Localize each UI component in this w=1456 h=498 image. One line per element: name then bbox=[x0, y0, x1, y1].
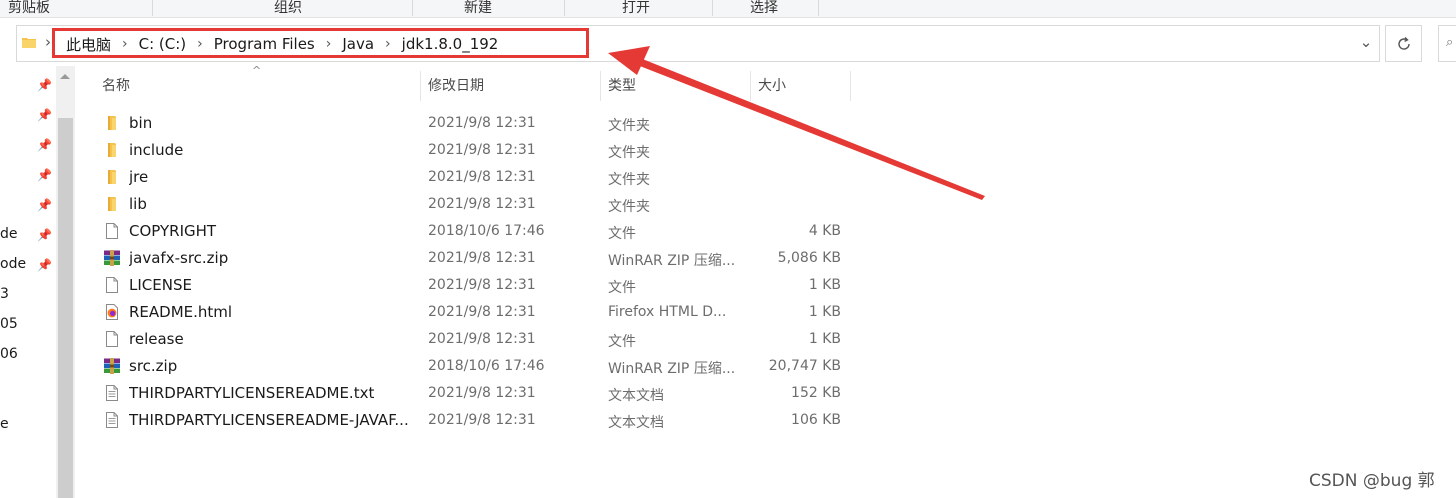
table-row[interactable]: README.html 2021/9/8 12:31 Firefox HTML D.… bbox=[95, 299, 855, 326]
file-type: 文本文档 bbox=[608, 388, 664, 404]
folder-icon bbox=[103, 114, 121, 132]
table-row[interactable]: THIRDPARTYLICENSEREADME.txt 2021/9/8 12:3… bbox=[95, 380, 855, 407]
pin-icon[interactable]: 📌 bbox=[37, 168, 52, 182]
file-icon bbox=[103, 330, 121, 348]
file-size: 106 KB bbox=[791, 412, 841, 428]
file-name: javafx-src.zip bbox=[129, 249, 229, 267]
pin-icon[interactable]: 📌 bbox=[37, 228, 52, 242]
file-modified-date: 2021/9/8 12:31 bbox=[428, 250, 536, 266]
file-size: 20,747 KB bbox=[768, 358, 841, 374]
file-type: 文件 bbox=[608, 226, 636, 242]
table-row[interactable]: src.zip 2018/10/6 17:46 WinRAR ZIP 压缩... 20… bbox=[95, 353, 855, 380]
nav-item[interactable]: 3 bbox=[0, 286, 9, 302]
file-modified-date: 2021/9/8 12:31 bbox=[428, 142, 536, 158]
file-modified-date: 2021/9/8 12:31 bbox=[428, 277, 536, 293]
column-divider[interactable] bbox=[420, 71, 421, 101]
column-divider[interactable] bbox=[600, 71, 601, 101]
file-type: 文件 bbox=[608, 280, 636, 296]
watermark: CSDN @bug 郭 bbox=[1309, 471, 1435, 491]
file-type: 文件夹 bbox=[608, 145, 650, 161]
file-type: 文件夹 bbox=[608, 172, 650, 188]
file-type: Firefox HTML D... bbox=[608, 304, 727, 320]
nav-scrollbar[interactable] bbox=[56, 66, 75, 498]
file-size: 4 KB bbox=[808, 223, 841, 239]
firefox-html-icon bbox=[103, 303, 121, 321]
file-name: LICENSE bbox=[129, 276, 192, 294]
file-name: lib bbox=[129, 195, 147, 213]
file-modified-date: 2018/10/6 17:46 bbox=[428, 358, 545, 374]
nav-item[interactable]: 06 bbox=[0, 346, 18, 362]
file-size: 1 KB bbox=[808, 277, 841, 293]
file-modified-date: 2021/9/8 12:31 bbox=[428, 412, 536, 428]
table-row[interactable]: jre 2021/9/8 12:31 文件夹 bbox=[95, 164, 855, 191]
sort-ascending-icon: ^ bbox=[252, 64, 262, 77]
file-modified-date: 2021/9/8 12:31 bbox=[428, 115, 536, 131]
folder-icon bbox=[103, 141, 121, 159]
pin-icon[interactable]: 📌 bbox=[37, 108, 52, 122]
file-type: 文件夹 bbox=[608, 199, 650, 215]
column-header-type[interactable]: 类型 bbox=[608, 71, 636, 101]
table-row[interactable]: javafx-src.zip 2021/9/8 12:31 WinRAR ZIP 压… bbox=[95, 245, 855, 272]
file-modified-date: 2021/9/8 12:31 bbox=[428, 304, 536, 320]
file-size: 1 KB bbox=[808, 304, 841, 320]
file-name: include bbox=[129, 141, 184, 159]
winrar-archive-icon bbox=[103, 249, 121, 267]
text-document-icon bbox=[103, 384, 121, 402]
file-icon bbox=[103, 222, 121, 240]
file-type: 文件夹 bbox=[608, 118, 650, 134]
column-header-size[interactable]: 大小 bbox=[758, 71, 786, 101]
file-type: WinRAR ZIP 压缩... bbox=[608, 361, 736, 377]
scrollbar-thumb[interactable] bbox=[58, 118, 73, 498]
column-divider[interactable] bbox=[850, 71, 851, 101]
text-document-icon bbox=[103, 411, 121, 429]
file-type: WinRAR ZIP 压缩... bbox=[608, 253, 736, 269]
file-modified-date: 2021/9/8 12:31 bbox=[428, 331, 536, 347]
table-row[interactable]: release 2021/9/8 12:31 文件 1 KB bbox=[95, 326, 855, 353]
file-name: src.zip bbox=[129, 357, 178, 375]
navigation-pane: 📌 📌 📌 📌 📌 📌 📌 de ode 3 05 06 e bbox=[0, 66, 56, 498]
column-divider[interactable] bbox=[750, 71, 751, 101]
file-icon bbox=[103, 276, 121, 294]
file-name: bin bbox=[129, 114, 153, 132]
folder-icon bbox=[103, 195, 121, 213]
table-row[interactable]: THIRDPARTYLICENSEREADME-JAVAF... 2021/9/8… bbox=[95, 407, 855, 434]
file-name: THIRDPARTYLICENSEREADME.txt bbox=[129, 384, 375, 402]
table-row[interactable]: lib 2021/9/8 12:31 文件夹 bbox=[95, 191, 855, 218]
file-modified-date: 2021/9/8 12:31 bbox=[428, 169, 536, 185]
nav-item[interactable]: e bbox=[0, 416, 9, 432]
pin-icon[interactable]: 📌 bbox=[37, 198, 52, 212]
table-row[interactable]: bin 2021/9/8 12:31 文件夹 bbox=[95, 110, 855, 137]
scroll-up-icon[interactable] bbox=[60, 74, 70, 79]
pin-icon[interactable]: 📌 bbox=[37, 138, 52, 152]
file-size: 1 KB bbox=[808, 331, 841, 347]
file-modified-date: 2018/10/6 17:46 bbox=[428, 223, 545, 239]
file-size: 152 KB bbox=[791, 385, 841, 401]
nav-item[interactable]: ode bbox=[0, 256, 26, 272]
nav-item[interactable]: 05 bbox=[0, 316, 18, 332]
file-size: 5,086 KB bbox=[777, 250, 841, 266]
column-header-modified[interactable]: 修改日期 bbox=[428, 71, 484, 101]
file-modified-date: 2021/9/8 12:31 bbox=[428, 385, 536, 401]
file-name: THIRDPARTYLICENSEREADME-JAVAF... bbox=[129, 411, 409, 429]
pin-icon[interactable]: 📌 bbox=[37, 258, 52, 272]
folder-icon bbox=[103, 168, 121, 186]
file-name: COPYRIGHT bbox=[129, 222, 217, 240]
column-header-name[interactable]: 名称 bbox=[102, 71, 130, 101]
file-name: README.html bbox=[129, 303, 233, 321]
file-name: release bbox=[129, 330, 184, 348]
file-type: 文本文档 bbox=[608, 415, 664, 431]
table-row[interactable]: include 2021/9/8 12:31 文件夹 bbox=[95, 137, 855, 164]
file-modified-date: 2021/9/8 12:31 bbox=[428, 196, 536, 212]
table-row[interactable]: COPYRIGHT 2018/10/6 17:46 文件 4 KB bbox=[95, 218, 855, 245]
nav-item[interactable]: de bbox=[0, 226, 18, 242]
file-type: 文件 bbox=[608, 334, 636, 350]
winrar-archive-icon bbox=[103, 357, 121, 375]
pin-icon[interactable]: 📌 bbox=[37, 78, 52, 92]
table-row[interactable]: LICENSE 2021/9/8 12:31 文件 1 KB bbox=[95, 272, 855, 299]
file-name: jre bbox=[129, 168, 149, 186]
